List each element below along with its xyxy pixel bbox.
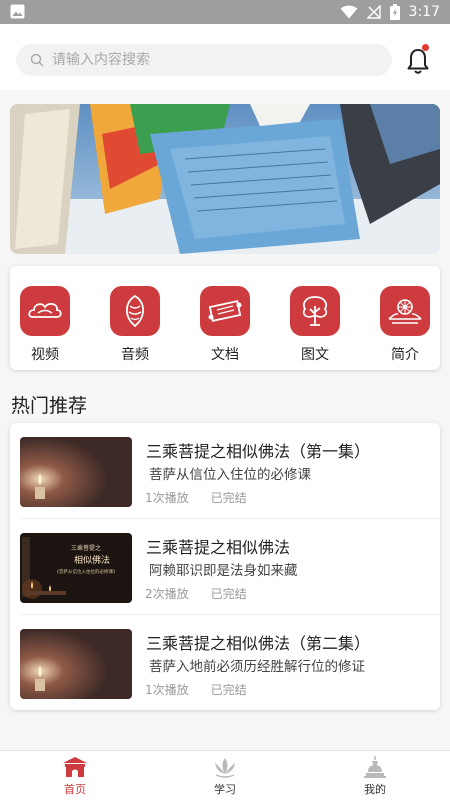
thumbnail-caption-line-3: 《菩萨从信位入住位的必修课》	[55, 568, 118, 575]
category-label: 图文	[301, 347, 329, 363]
status-time: 3:17	[408, 4, 440, 20]
item-subtitle: 菩萨入地前必须历经胜解行位的修证	[149, 659, 365, 675]
no-signal-icon	[366, 5, 381, 19]
category-panel: 视频 音频 文档 图文 简介	[10, 266, 440, 370]
scroll-icon	[200, 286, 250, 336]
item-meta: 1次播放 已完结	[145, 681, 247, 698]
lotus-icon	[215, 758, 235, 778]
battery-charging-icon	[389, 4, 400, 20]
section-title: 热门推荐	[11, 395, 88, 417]
recommend-list: 三乘菩提之相似佛法（第一集） 菩萨从信位入住位的必修课 1次播放 已完结 三乘菩提…	[10, 423, 440, 710]
item-title: 三乘菩提之相似佛法	[146, 538, 291, 557]
item-meta: 1次播放 已完结	[145, 489, 247, 506]
item-title: 三乘菩提之相似佛法（第二集）	[146, 634, 371, 653]
category-intro[interactable]: 简介	[375, 286, 435, 364]
play-count: 2次播放	[145, 587, 189, 601]
completion-status: 已完结	[210, 683, 247, 697]
tab-learn[interactable]: 学习	[185, 755, 265, 797]
list-item[interactable]: 三乘菩提之相似佛法（第二集） 菩萨入地前必须历经胜解行位的修证 1次播放 已完结	[10, 615, 440, 710]
wifi-icon	[340, 5, 358, 19]
banner-image	[10, 104, 440, 254]
stupa-icon	[364, 756, 386, 778]
tree-icon	[290, 286, 340, 336]
play-count: 1次播放	[145, 683, 189, 697]
tab-mine[interactable]: 我的	[335, 755, 415, 797]
play-count: 1次播放	[145, 491, 189, 505]
dharma-wheel-icon	[380, 286, 430, 336]
category-audio[interactable]: 音频	[105, 286, 165, 364]
category-image-text[interactable]: 图文	[285, 286, 345, 364]
list-item[interactable]: 三乘菩提之 相似佛法 《菩萨从信位入住位的必修课》 三乘菩提之相似佛法 阿赖耶识…	[10, 519, 440, 614]
item-meta: 2次播放 已完结	[145, 585, 247, 602]
notification-bell-icon[interactable]	[404, 46, 432, 76]
thumbnail-caption-line-2: 相似佛法	[74, 554, 110, 566]
completion-status: 已完结	[210, 587, 247, 601]
search-input[interactable]	[50, 51, 374, 69]
category-document[interactable]: 文档	[195, 286, 255, 364]
list-item[interactable]: 三乘菩提之相似佛法（第一集） 菩萨从信位入住位的必修课 1次播放 已完结	[10, 423, 440, 518]
video-thumbnail	[20, 629, 132, 699]
category-label: 文档	[211, 347, 239, 363]
category-label: 音频	[121, 347, 149, 363]
temple-home-icon	[63, 757, 87, 777]
notification-dot	[422, 44, 429, 51]
category-label: 视频	[31, 347, 59, 363]
item-subtitle: 阿赖耶识即是法身如来藏	[149, 563, 298, 579]
tab-label: 我的	[364, 783, 386, 796]
bottom-tab-bar: 首页 学习 我的	[0, 750, 450, 801]
thumbnail-caption-line-1: 三乘菩提之	[71, 544, 101, 552]
search-icon	[30, 53, 44, 67]
category-video[interactable]: 视频	[15, 286, 75, 364]
item-title: 三乘菩提之相似佛法（第一集）	[146, 442, 371, 461]
tab-label: 首页	[64, 783, 86, 796]
completion-status: 已完结	[210, 491, 247, 505]
video-thumbnail	[20, 437, 132, 507]
status-bar: 3:17	[0, 0, 450, 24]
tab-home[interactable]: 首页	[35, 755, 115, 797]
category-label: 简介	[391, 347, 419, 363]
conch-icon	[110, 286, 160, 336]
cloud-icon	[20, 286, 70, 336]
gallery-notification-icon	[10, 4, 25, 19]
search-bar[interactable]	[16, 44, 392, 76]
video-thumbnail: 三乘菩提之 相似佛法 《菩萨从信位入住位的必修课》	[20, 533, 132, 603]
tab-label: 学习	[214, 783, 236, 796]
banner-carousel[interactable]	[10, 104, 440, 254]
top-header	[0, 24, 450, 90]
item-subtitle: 菩萨从信位入住位的必修课	[149, 467, 311, 483]
